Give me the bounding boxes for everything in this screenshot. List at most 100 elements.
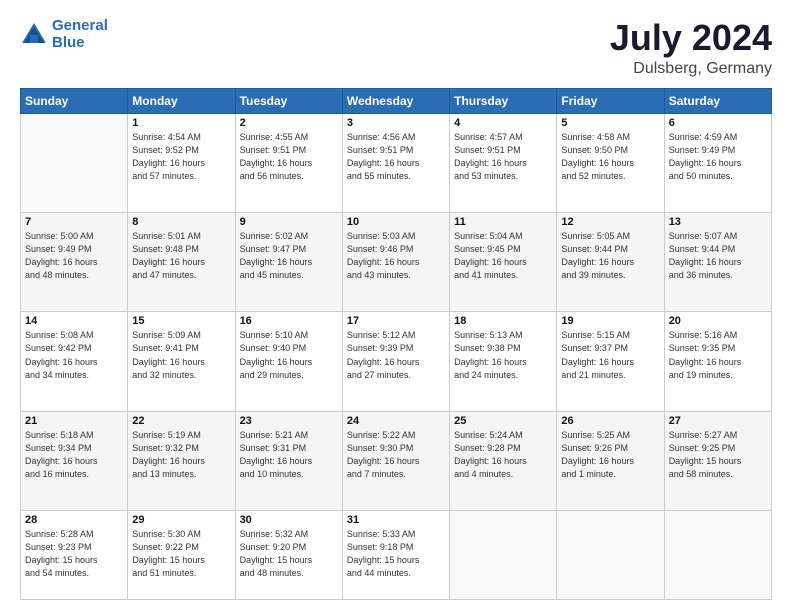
day-number: 26 [561, 415, 659, 427]
day-number: 4 [454, 117, 552, 129]
day-number: 27 [669, 415, 767, 427]
day-number: 3 [347, 117, 445, 129]
title-block: July 2024 Dulsberg, Germany [610, 18, 772, 78]
day-number: 31 [347, 514, 445, 526]
calendar-cell: 20 Sunrise: 5:16 AM Sunset: 9:35 PM Dayli… [664, 312, 771, 411]
calendar-cell: 17 Sunrise: 5:12 AM Sunset: 9:39 PM Dayli… [342, 312, 449, 411]
col-saturday: Saturday [664, 88, 771, 113]
calendar-cell: 26Sunrise: 5:25 AM Sunset: 9:26 PM Dayli… [557, 411, 664, 510]
day-info: Sunrise: 5:10 AM Sunset: 9:40 PM Dayligh… [240, 329, 338, 381]
calendar-cell: 5 Sunrise: 4:58 AM Sunset: 9:50 PM Daylig… [557, 113, 664, 212]
logo-text: General Blue [52, 18, 108, 51]
day-info: Sunrise: 5:08 AM Sunset: 9:42 PM Dayligh… [25, 329, 123, 381]
logo-general: General [52, 17, 108, 34]
day-number: 30 [240, 514, 338, 526]
calendar-cell: 4Sunrise: 4:57 AM Sunset: 9:51 PM Daylig… [450, 113, 557, 212]
day-info: Sunrise: 5:16 AM Sunset: 9:35 PM Dayligh… [669, 329, 767, 381]
calendar-cell: 11 Sunrise: 5:04 AM Sunset: 9:45 PM Dayli… [450, 213, 557, 312]
day-number: 11 [454, 216, 552, 228]
calendar-cell: 19 Sunrise: 5:15 AM Sunset: 9:37 PM Dayli… [557, 312, 664, 411]
day-number: 5 [561, 117, 659, 129]
calendar-cell: 29 Sunrise: 5:30 AM Sunset: 9:22 PM Dayli… [128, 511, 235, 600]
day-number: 9 [240, 216, 338, 228]
header-row: Sunday Monday Tuesday Wednesday Thursday… [21, 88, 772, 113]
calendar-cell: 14Sunrise: 5:08 AM Sunset: 9:42 PM Dayli… [21, 312, 128, 411]
day-info: Sunrise: 5:05 AM Sunset: 9:44 PM Dayligh… [561, 230, 659, 282]
day-number: 18 [454, 315, 552, 327]
calendar-cell: 2 Sunrise: 4:55 AM Sunset: 9:51 PM Daylig… [235, 113, 342, 212]
calendar-cell [21, 113, 128, 212]
day-number: 7 [25, 216, 123, 228]
calendar-cell: 30 Sunrise: 5:32 AM Sunset: 9:20 PM Dayli… [235, 511, 342, 600]
main-title: July 2024 [610, 18, 772, 58]
calendar-cell: 23Sunrise: 5:21 AM Sunset: 9:31 PM Dayli… [235, 411, 342, 510]
day-info: Sunrise: 5:22 AM Sunset: 9:30 PM Dayligh… [347, 429, 445, 481]
header: General Blue July 2024 Dulsberg, Germany [20, 18, 772, 78]
day-number: 13 [669, 216, 767, 228]
day-info: Sunrise: 5:24 AM Sunset: 9:28 PM Dayligh… [454, 429, 552, 481]
logo-icon [20, 21, 48, 49]
day-number: 6 [669, 117, 767, 129]
day-number: 10 [347, 216, 445, 228]
day-info: Sunrise: 5:15 AM Sunset: 9:37 PM Dayligh… [561, 329, 659, 381]
col-thursday: Thursday [450, 88, 557, 113]
day-number: 8 [132, 216, 230, 228]
calendar-cell [450, 511, 557, 600]
day-info: Sunrise: 5:07 AM Sunset: 9:44 PM Dayligh… [669, 230, 767, 282]
day-number: 22 [132, 415, 230, 427]
day-info: Sunrise: 5:18 AM Sunset: 9:34 PM Dayligh… [25, 429, 123, 481]
day-info: Sunrise: 4:58 AM Sunset: 9:50 PM Dayligh… [561, 131, 659, 183]
day-number: 17 [347, 315, 445, 327]
day-number: 19 [561, 315, 659, 327]
day-number: 1 [132, 117, 230, 129]
day-info: Sunrise: 4:55 AM Sunset: 9:51 PM Dayligh… [240, 131, 338, 183]
calendar-cell: 1Sunrise: 4:54 AM Sunset: 9:52 PM Daylig… [128, 113, 235, 212]
day-number: 29 [132, 514, 230, 526]
day-number: 12 [561, 216, 659, 228]
calendar-cell: 22Sunrise: 5:19 AM Sunset: 9:32 PM Dayli… [128, 411, 235, 510]
col-tuesday: Tuesday [235, 88, 342, 113]
day-info: Sunrise: 5:04 AM Sunset: 9:45 PM Dayligh… [454, 230, 552, 282]
day-info: Sunrise: 5:30 AM Sunset: 9:22 PM Dayligh… [132, 528, 230, 580]
day-info: Sunrise: 5:33 AM Sunset: 9:18 PM Dayligh… [347, 528, 445, 580]
calendar-header: Sunday Monday Tuesday Wednesday Thursday… [21, 88, 772, 113]
day-info: Sunrise: 5:09 AM Sunset: 9:41 PM Dayligh… [132, 329, 230, 381]
calendar-table: Sunday Monday Tuesday Wednesday Thursday… [20, 88, 772, 600]
calendar-cell: 27Sunrise: 5:27 AM Sunset: 9:25 PM Dayli… [664, 411, 771, 510]
day-info: Sunrise: 5:01 AM Sunset: 9:48 PM Dayligh… [132, 230, 230, 282]
calendar-cell: 24 Sunrise: 5:22 AM Sunset: 9:30 PM Dayli… [342, 411, 449, 510]
calendar-cell: 21 Sunrise: 5:18 AM Sunset: 9:34 PM Dayli… [21, 411, 128, 510]
subtitle: Dulsberg, Germany [610, 60, 772, 78]
calendar-cell: 9 Sunrise: 5:02 AM Sunset: 9:47 PM Daylig… [235, 213, 342, 312]
calendar-cell: 6 Sunrise: 4:59 AM Sunset: 9:49 PM Daylig… [664, 113, 771, 212]
day-info: Sunrise: 5:02 AM Sunset: 9:47 PM Dayligh… [240, 230, 338, 282]
day-number: 2 [240, 117, 338, 129]
logo-blue: Blue [52, 34, 85, 51]
calendar-cell: 15 Sunrise: 5:09 AM Sunset: 9:41 PM Dayli… [128, 312, 235, 411]
day-number: 24 [347, 415, 445, 427]
day-info: Sunrise: 4:59 AM Sunset: 9:49 PM Dayligh… [669, 131, 767, 183]
day-number: 20 [669, 315, 767, 327]
day-info: Sunrise: 5:32 AM Sunset: 9:20 PM Dayligh… [240, 528, 338, 580]
calendar-cell: 13 Sunrise: 5:07 AM Sunset: 9:44 PM Dayli… [664, 213, 771, 312]
page: General Blue July 2024 Dulsberg, Germany… [0, 0, 792, 612]
calendar-cell: 18 Sunrise: 5:13 AM Sunset: 9:38 PM Dayli… [450, 312, 557, 411]
calendar-cell: 16Sunrise: 5:10 AM Sunset: 9:40 PM Dayli… [235, 312, 342, 411]
day-number: 28 [25, 514, 123, 526]
calendar-cell: 25Sunrise: 5:24 AM Sunset: 9:28 PM Dayli… [450, 411, 557, 510]
calendar-cell: 8 Sunrise: 5:01 AM Sunset: 9:48 PM Daylig… [128, 213, 235, 312]
day-info: Sunrise: 5:21 AM Sunset: 9:31 PM Dayligh… [240, 429, 338, 481]
calendar-cell: 31 Sunrise: 5:33 AM Sunset: 9:18 PM Dayli… [342, 511, 449, 600]
calendar-cell: 12 Sunrise: 5:05 AM Sunset: 9:44 PM Dayli… [557, 213, 664, 312]
calendar-cell: 10Sunrise: 5:03 AM Sunset: 9:46 PM Dayli… [342, 213, 449, 312]
day-number: 21 [25, 415, 123, 427]
calendar-cell [557, 511, 664, 600]
day-number: 15 [132, 315, 230, 327]
day-info: Sunrise: 5:12 AM Sunset: 9:39 PM Dayligh… [347, 329, 445, 381]
day-info: Sunrise: 4:56 AM Sunset: 9:51 PM Dayligh… [347, 131, 445, 183]
calendar-cell [664, 511, 771, 600]
logo: General Blue [20, 18, 108, 51]
col-monday: Monday [128, 88, 235, 113]
day-info: Sunrise: 5:13 AM Sunset: 9:38 PM Dayligh… [454, 329, 552, 381]
col-friday: Friday [557, 88, 664, 113]
